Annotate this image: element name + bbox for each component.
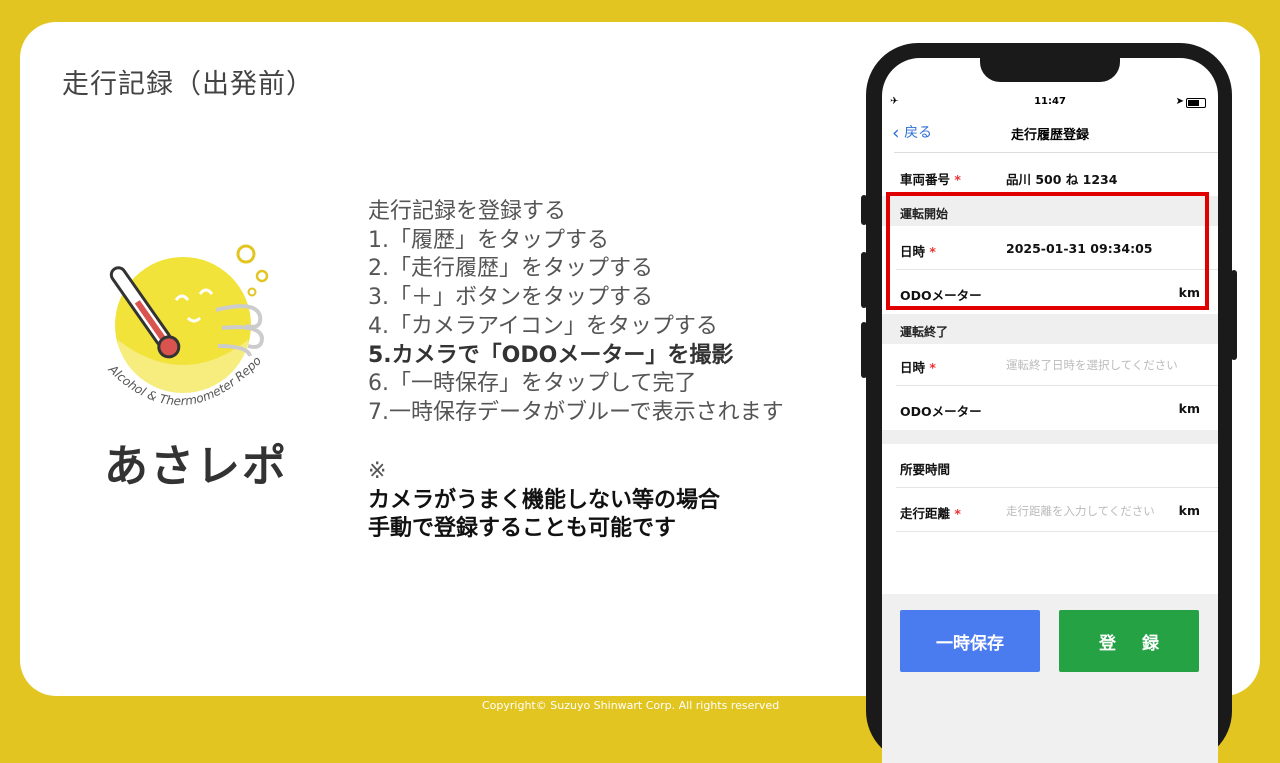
duration-label: 所要時間 — [900, 462, 951, 477]
page-title: 走行記録（出発前） — [62, 69, 314, 100]
register-button[interactable]: 登録 — [1059, 610, 1199, 672]
end-odo-unit: km — [1178, 401, 1200, 416]
temp-save-button[interactable]: 一時保存 — [900, 610, 1040, 672]
distance-placeholder: 走行距離を入力してください — [1006, 504, 1155, 518]
step-intro: 走行記録を登録する — [368, 199, 567, 224]
end-odo-label: ODOメーター — [900, 404, 982, 419]
note-line-1: カメラがうまく機能しない等の場合 — [368, 487, 721, 513]
step-1: 1.「履歴」をタップする — [368, 227, 609, 253]
phone-notch — [980, 58, 1120, 82]
step-6: 6.「一時保存」をタップして完了 — [368, 371, 697, 397]
duration-row: 所要時間 — [882, 444, 1218, 488]
distance-field[interactable]: 走行距離 * 走行距離を入力してください km — [882, 488, 1218, 532]
distance-label: 走行距離 * — [900, 506, 961, 521]
section-spacer — [882, 430, 1218, 444]
phone-screen: ✈ 11:47 ➤ ‹ 戻る 走行履歴登録 車両番号 * 品川 500 ね 12… — [882, 58, 1218, 763]
step-5: 5.カメラで「ODOメーター」を撮影 — [368, 342, 734, 368]
end-datetime-field[interactable]: 日時 * 運転終了日時を選択してください — [882, 342, 1218, 386]
status-time: 11:47 — [1034, 96, 1066, 107]
asarepo-logo: Alcohol & Thermometer Report あさレポ — [88, 240, 288, 492]
section-end: 運転終了 — [882, 314, 1218, 344]
note: ※ カメラがうまく機能しない等の場合 手動で登録することも可能です — [368, 458, 720, 544]
vehicle-number-value: 品川 500 ね 1234 — [1006, 172, 1118, 187]
vehicle-number-label: 車両番号 * — [900, 172, 961, 187]
highlight-box — [886, 192, 1209, 310]
step-7: 7.一時保存データがブルーで表示されます — [368, 399, 784, 425]
end-datetime-placeholder: 運転終了日時を選択してください — [1006, 358, 1178, 372]
end-odo-field[interactable]: ODOメーター km — [882, 386, 1218, 430]
battery-icon — [1186, 98, 1206, 108]
note-line-2: 手動で登録することも可能です — [368, 516, 677, 542]
note-mark: ※ — [368, 459, 387, 484]
logo-text: あさレポ — [104, 441, 288, 492]
divider — [894, 152, 1218, 153]
nav-title: 走行履歴登録 — [1010, 128, 1089, 143]
distance-unit: km — [1178, 503, 1200, 518]
end-datetime-label: 日時 * — [900, 360, 936, 375]
phone-frame: ✈ 11:47 ➤ ‹ 戻る 走行履歴登録 車両番号 * 品川 500 ね 12… — [866, 43, 1232, 763]
location-icon: ➤ — [1175, 96, 1184, 107]
instruction-steps: 走行記録を登録する 1.「履歴」をタップする 2.「走行履歴」をタップする 3.… — [368, 198, 784, 428]
step-2: 2.「走行履歴」をタップする — [368, 256, 653, 282]
nav-bar: ‹ 戻る 走行履歴登録 — [882, 120, 1218, 150]
step-3: 3.「＋」ボタンをタップする — [368, 285, 653, 311]
step-4: 4.「カメラアイコン」をタップする — [368, 313, 718, 339]
